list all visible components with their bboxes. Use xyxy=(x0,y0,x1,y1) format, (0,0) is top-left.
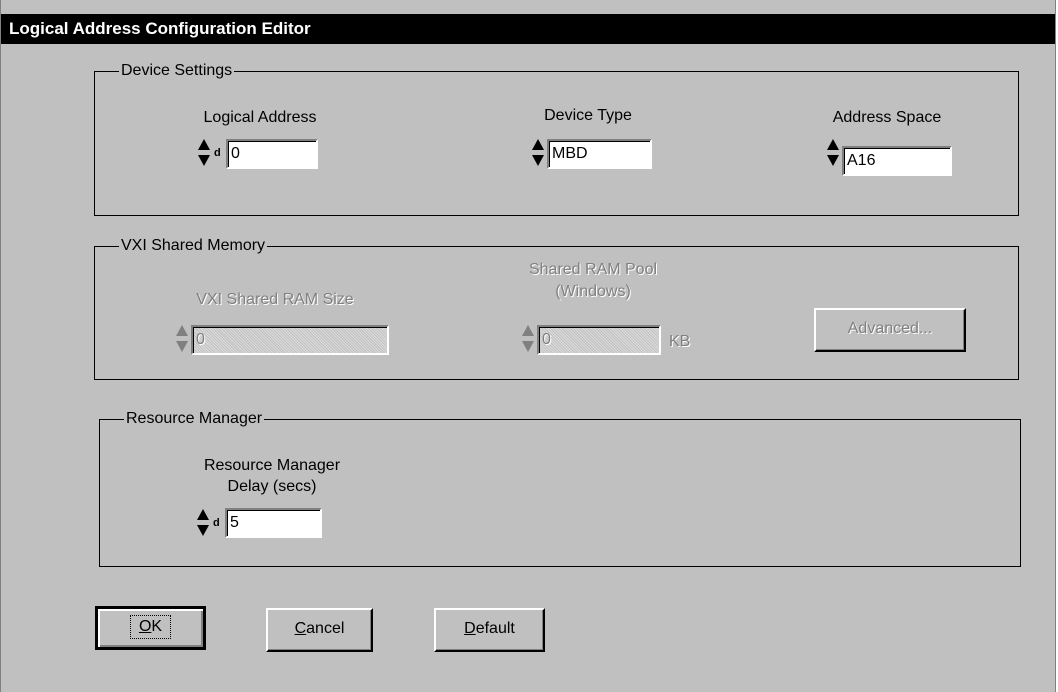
default-label: efault xyxy=(475,620,515,637)
default-mnemonic: D xyxy=(464,620,476,637)
title-bar: Logical Address Configuration Editor xyxy=(1,14,1055,44)
device-type-field[interactable]: MBD xyxy=(547,139,652,169)
cancel-mnemonic: C xyxy=(294,620,307,637)
resource-manager-group: Resource Manager Resource Manager Delay … xyxy=(99,409,1021,567)
spinner-arrows-icon xyxy=(198,139,210,166)
cancel-label: ancel xyxy=(306,620,345,637)
ram-pool-unit: KB xyxy=(669,333,691,350)
ok-focus-rect: OK xyxy=(129,615,172,639)
spinner-arrows-icon xyxy=(176,325,188,352)
delay-spinner[interactable] xyxy=(196,507,210,539)
radix-indicator[interactable]: d xyxy=(214,147,221,159)
resource-manager-delay-label-line1: Resource Manager xyxy=(203,457,341,474)
device-type-spinner[interactable] xyxy=(531,137,545,169)
cancel-button[interactable]: Cancel xyxy=(266,608,373,652)
ok-mnemonic: O xyxy=(138,618,152,635)
vxi-shared-memory-group: VXI Shared Memory VXI Shared RAM Size 0 … xyxy=(94,236,1019,380)
advanced-button[interactable]: Advanced... xyxy=(814,308,966,352)
default-button[interactable]: Default xyxy=(434,608,545,652)
shared-ram-pool-label-line1: Shared RAM Pool xyxy=(528,261,658,278)
resource-manager-delay-label-line2: Delay (secs) xyxy=(227,478,317,495)
spinner-arrows-icon xyxy=(532,139,544,166)
vxi-shared-memory-title: VXI Shared Memory xyxy=(119,236,268,256)
logical-address-spinner[interactable] xyxy=(197,137,211,169)
device-type-label: Device Type xyxy=(544,107,632,124)
shared-ram-pool-field[interactable]: 0 xyxy=(537,325,661,355)
address-space-spinner[interactable] xyxy=(826,137,840,169)
spinner-arrows-icon xyxy=(197,509,209,536)
dialog-window: Logical Address Configuration Editor Dev… xyxy=(0,0,1056,692)
radix-indicator[interactable]: d xyxy=(213,517,220,529)
resource-manager-delay-field[interactable]: 5 xyxy=(225,508,322,538)
ram-size-spinner[interactable] xyxy=(175,323,189,355)
spinner-arrows-icon xyxy=(522,325,534,352)
logical-address-field[interactable]: 0 xyxy=(226,139,318,169)
ok-label: K xyxy=(151,618,163,635)
vxi-shared-ram-size-label: VXI Shared RAM Size xyxy=(196,291,354,308)
ram-pool-spinner[interactable] xyxy=(521,323,535,355)
resource-manager-title: Resource Manager xyxy=(124,409,265,429)
address-space-label: Address Space xyxy=(832,109,942,126)
vxi-shared-ram-size-field[interactable]: 0 xyxy=(191,325,389,355)
shared-ram-pool-label-line2: (Windows) xyxy=(555,283,631,300)
device-settings-group: Device Settings Logical Address d 0 Devi… xyxy=(94,61,1019,216)
logical-address-label: Logical Address xyxy=(203,109,317,126)
address-space-field[interactable]: A16 xyxy=(842,146,952,176)
spinner-arrows-icon xyxy=(827,139,839,166)
ok-button[interactable]: OK xyxy=(95,606,206,650)
device-settings-title: Device Settings xyxy=(119,61,235,81)
window-title: Logical Address Configuration Editor xyxy=(9,19,311,38)
